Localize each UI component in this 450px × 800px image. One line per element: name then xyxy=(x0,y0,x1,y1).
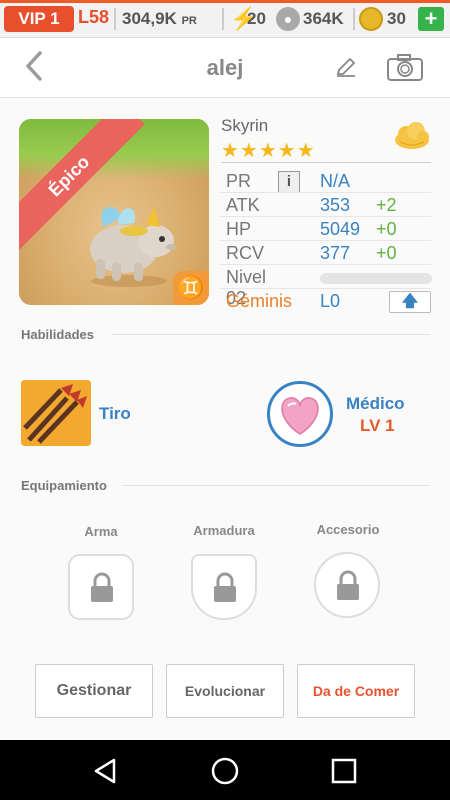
page-header: alej xyxy=(0,38,450,98)
camera-icon[interactable] xyxy=(386,52,424,82)
evolve-button[interactable]: Evolucionar xyxy=(166,664,284,718)
heart-skill-icon[interactable] xyxy=(267,381,333,447)
divider xyxy=(221,288,431,289)
back-triangle-icon[interactable] xyxy=(92,757,120,785)
accessory-label: Accesorio xyxy=(316,522,380,537)
divider xyxy=(221,264,431,265)
zodiac-level: L0 xyxy=(320,291,341,311)
monster-figure-icon xyxy=(90,206,176,287)
pr-amount: 304,9K xyxy=(122,9,177,28)
divider xyxy=(353,8,355,30)
stat-value: N/A xyxy=(320,171,351,191)
lock-icon xyxy=(337,570,359,600)
armor-slot[interactable] xyxy=(191,554,257,620)
system-nav-bar xyxy=(0,740,450,800)
pr-counter: 304,9K PR xyxy=(122,9,197,29)
feed-button[interactable]: Da de Comer xyxy=(297,664,415,718)
accessory-slot[interactable] xyxy=(314,552,380,618)
gem-coin-icon xyxy=(359,7,383,31)
page-title: alej xyxy=(206,55,244,80)
armor-label: Armadura xyxy=(193,523,255,538)
weapon-slot[interactable] xyxy=(68,554,134,620)
xp-progress-bar xyxy=(320,273,432,284)
cloud-element-icon xyxy=(395,122,429,149)
stat-label: HP xyxy=(226,219,252,239)
divider xyxy=(221,240,431,241)
info-icon[interactable]: i xyxy=(278,171,300,193)
stat-value: 353 xyxy=(320,195,351,215)
monster-portrait[interactable]: Épico ♊ xyxy=(19,119,209,305)
equipment-section-title: Equipamiento xyxy=(21,478,107,493)
star-rating: ★★★★★ xyxy=(221,140,316,162)
leader-skill-level: LV 1 xyxy=(360,416,395,435)
arrows-skill-icon[interactable] xyxy=(21,380,91,446)
divider xyxy=(221,162,431,163)
top-accent-strip xyxy=(0,0,450,3)
gem-count: 30 xyxy=(387,9,406,28)
recents-square-icon[interactable] xyxy=(330,757,358,785)
active-skill-name: Tiro xyxy=(99,404,131,423)
stat-label: RCV xyxy=(226,243,265,263)
divider xyxy=(112,334,430,335)
stat-label: ATK xyxy=(226,195,260,215)
add-currency-button[interactable]: + xyxy=(418,7,444,31)
zodiac-sign-label: Géminis xyxy=(226,291,293,311)
divider xyxy=(221,192,431,193)
divider xyxy=(114,8,116,30)
stat-label: PR xyxy=(226,171,252,191)
lock-icon xyxy=(214,572,236,602)
divider xyxy=(221,216,431,217)
home-circle-icon[interactable] xyxy=(210,756,240,786)
stat-value: 5049 xyxy=(320,219,361,239)
pencil-icon[interactable] xyxy=(334,55,358,79)
upgrade-button[interactable]: 🡅 xyxy=(389,291,431,313)
lock-icon xyxy=(91,572,113,602)
player-level: L58 xyxy=(78,7,110,27)
manage-button[interactable]: Gestionar xyxy=(35,664,153,718)
gemini-zodiac-icon: ♊ xyxy=(173,271,209,305)
divider xyxy=(222,8,224,30)
arrow-up-icon: 🡅 xyxy=(401,293,419,310)
stat-bonus: +0 xyxy=(376,219,397,239)
leader-skill-name: Médico xyxy=(346,394,405,413)
stat-value: 377 xyxy=(320,243,351,263)
energy-value: 20 xyxy=(247,9,266,28)
paw-count: 364K xyxy=(303,9,344,28)
weapon-label: Arma xyxy=(84,524,118,539)
stat-bonus: +0 xyxy=(376,243,397,263)
paw-icon: ● xyxy=(276,7,300,31)
status-bar: VIP 1 L58 304,9K PR ⚡ 20 ● 364K 30 + xyxy=(0,0,450,38)
skills-section-title: Habilidades xyxy=(21,327,94,342)
divider xyxy=(122,485,430,486)
pr-unit: PR xyxy=(181,15,197,27)
stat-bonus: +2 xyxy=(376,195,397,215)
monster-name: Skyrin xyxy=(221,116,269,135)
vip-badge[interactable]: VIP 1 xyxy=(4,6,74,32)
